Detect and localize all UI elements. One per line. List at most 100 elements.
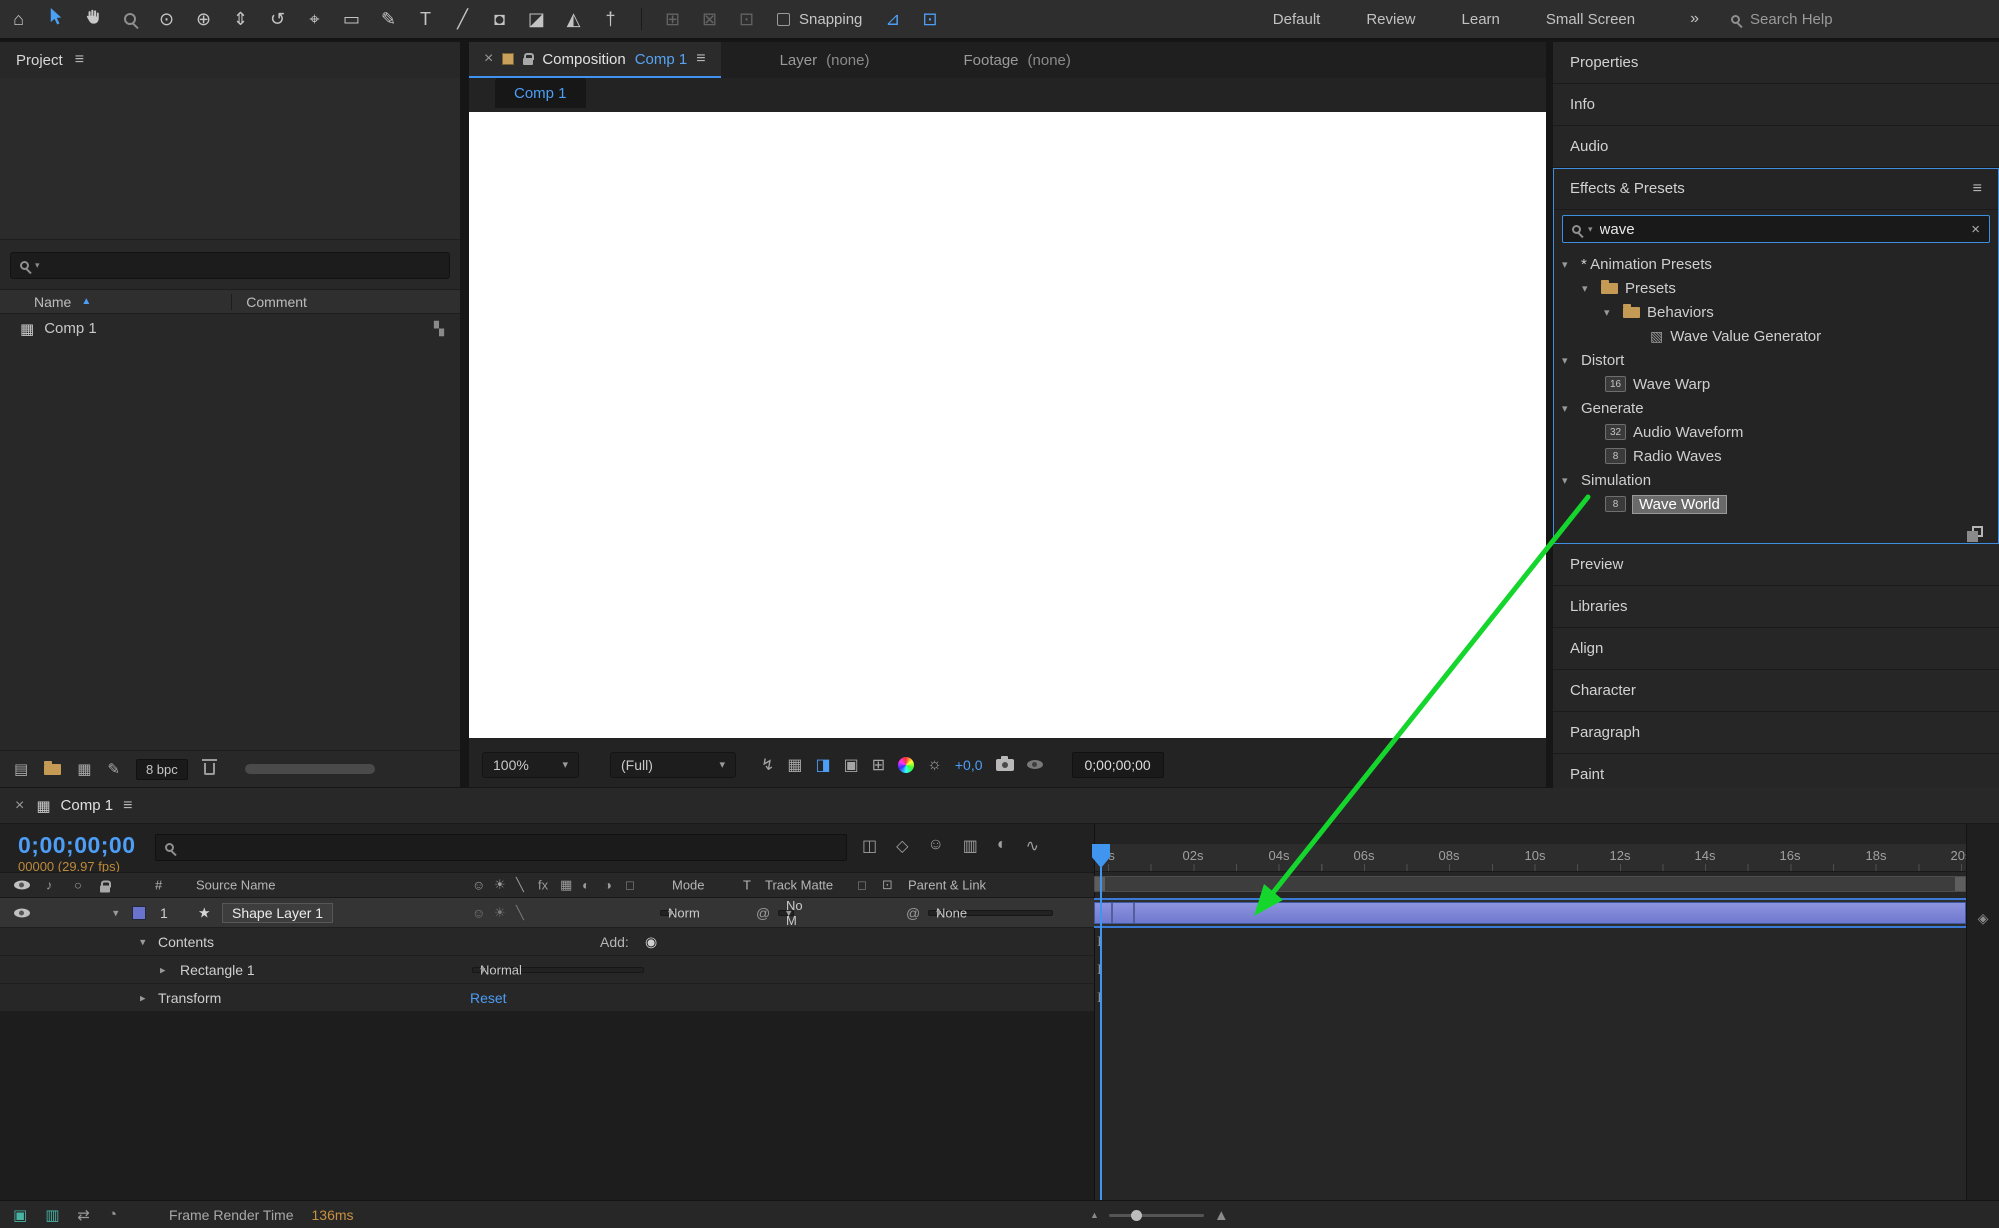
time-ruler[interactable]: 0s 02s 04s 06s 08s 10s 12s 14s 16s 18s 2… xyxy=(1094,844,1966,872)
tree-category-distort[interactable]: ▾ Distort xyxy=(1553,348,1999,372)
menu-icon[interactable]: ≡ xyxy=(696,50,705,68)
transparency-grid-icon[interactable]: ▦ xyxy=(787,755,802,775)
panel-preview[interactable]: Preview xyxy=(1553,544,1999,586)
hand-tool[interactable] xyxy=(74,0,111,39)
viewer-comp-tab[interactable]: Comp 1 xyxy=(495,78,586,108)
chevron-right-icon[interactable]: ▸ xyxy=(140,991,152,1004)
pickwhip-icon[interactable]: @ xyxy=(906,905,920,921)
layer-collapse-switch[interactable]: ☀ xyxy=(494,905,506,921)
chevron-right-icon[interactable]: ▸ xyxy=(160,963,172,976)
horizontal-scrollbar[interactable] xyxy=(245,764,375,774)
exposure-value[interactable]: +0,0 xyxy=(955,757,983,773)
project-item-comp1[interactable]: ▦ Comp 1 ▚ xyxy=(0,314,460,343)
tree-category-simulation[interactable]: ▾ Simulation xyxy=(1553,468,1999,492)
new-folder-icon[interactable] xyxy=(44,764,61,775)
audio-column-icon[interactable]: ♪ xyxy=(46,878,53,893)
layer-row-shape-layer-1[interactable]: ▾ 1 ★ Shape Layer 1 ☺ ☀ ╲ Norm ▾ @ No M … xyxy=(0,898,1094,928)
delete-icon[interactable] xyxy=(204,763,215,775)
fx-switch-icon[interactable]: fx xyxy=(538,878,548,893)
column-comment[interactable]: Comment xyxy=(231,294,307,310)
help-search-input[interactable] xyxy=(1750,11,1935,28)
layer-quality-switch[interactable]: ╲ xyxy=(516,905,524,921)
motion-blur-icon[interactable]: ◐ xyxy=(997,836,1007,856)
effects-search-input[interactable] xyxy=(1600,221,1965,238)
sort-ascending-icon[interactable]: ▲ xyxy=(81,296,91,307)
magnification-select[interactable]: 100% ▾ xyxy=(482,752,579,778)
clear-search-icon[interactable]: × xyxy=(1971,221,1980,238)
project-panel-title[interactable]: Project xyxy=(16,52,63,69)
adjustment-switch-icon[interactable]: ◑ xyxy=(604,878,612,893)
list-view-icon[interactable]: ▤ xyxy=(14,760,28,778)
tree-folder-presets[interactable]: ▾ Presets xyxy=(1553,276,1999,300)
draft-3d-icon[interactable]: ◇ xyxy=(896,836,908,856)
column-t[interactable]: T xyxy=(743,878,751,893)
zoom-out-icon[interactable]: ▲ xyxy=(1090,1210,1099,1220)
menu-icon[interactable]: ≡ xyxy=(75,51,84,69)
new-preset-icon[interactable] xyxy=(1972,526,1983,537)
rotation-tool[interactable]: ↺ xyxy=(259,0,296,39)
tree-item-radio-waves[interactable]: 8 Radio Waves xyxy=(1553,444,1999,468)
workspace-default[interactable]: Default xyxy=(1250,11,1344,28)
blend-mode-select[interactable]: Norm ▾ xyxy=(660,910,676,916)
workspace-learn[interactable]: Learn xyxy=(1439,11,1523,28)
panel-paragraph[interactable]: Paragraph xyxy=(1553,712,1999,754)
dolly-camera-tool[interactable]: ⇕ xyxy=(222,0,259,39)
layer-shy-switch[interactable]: ☺ xyxy=(472,905,485,920)
resolution-select[interactable]: (Full) ▾ xyxy=(610,752,736,778)
matte-toggle-icon[interactable]: □ xyxy=(858,878,866,893)
workspace-review[interactable]: Review xyxy=(1343,11,1438,28)
snapping-control[interactable]: Snapping xyxy=(777,11,862,28)
region-of-interest-icon[interactable]: ▣ xyxy=(844,755,859,775)
layer-duration-bar[interactable] xyxy=(1094,902,1966,924)
rectangle-blend-mode-select[interactable]: Normal ▾ xyxy=(472,967,644,973)
quality-switch-icon[interactable]: ╲ xyxy=(516,877,524,893)
view-axis-mode-button[interactable]: ⊡ xyxy=(728,0,765,39)
pan-camera-tool[interactable]: ⊕ xyxy=(185,0,222,39)
motion-blur-switch-icon[interactable]: ◐ xyxy=(582,878,590,893)
grid-guides-icon[interactable]: ⊞ xyxy=(872,755,885,775)
puppet-pin-tool[interactable]: † xyxy=(592,0,629,39)
mask-visibility-icon[interactable]: ◨ xyxy=(816,755,831,775)
column-source-name[interactable]: Source Name xyxy=(196,878,275,893)
reset-link[interactable]: Reset xyxy=(470,990,507,1006)
threed-switch-icon[interactable]: □ xyxy=(626,878,634,893)
current-time-display[interactable]: 0;00;00;00 xyxy=(18,832,136,859)
panel-audio[interactable]: Audio xyxy=(1553,126,1999,168)
pen-tool[interactable]: ✎ xyxy=(370,0,407,39)
mini-flowchart-icon[interactable]: ◫ xyxy=(862,836,877,856)
shy-switch-icon[interactable]: ☺ xyxy=(472,878,485,893)
tab-layer[interactable]: Layer (none) xyxy=(765,42,885,78)
chevron-down-icon[interactable]: ▾ xyxy=(140,935,152,948)
solo-column-icon[interactable]: ○ xyxy=(74,878,82,893)
shy-icon[interactable]: ☺ xyxy=(927,836,943,856)
panel-info[interactable]: Info xyxy=(1553,84,1999,126)
frame-blend-switch-icon[interactable]: ▦ xyxy=(560,877,572,893)
panel-align[interactable]: Align xyxy=(1553,628,1999,670)
workspace-overflow-button[interactable]: » xyxy=(1690,10,1699,28)
menu-icon[interactable]: ≡ xyxy=(123,797,132,815)
toggle-layer-switches-icon[interactable]: ▣ xyxy=(13,1206,27,1224)
column-name[interactable]: Name xyxy=(34,294,71,310)
new-composition-icon[interactable]: ▦ xyxy=(77,760,91,778)
toggle-transfer-controls-icon[interactable]: ▥ xyxy=(45,1206,59,1224)
collapse-switch-icon[interactable]: ☀ xyxy=(494,877,506,893)
frame-blend-icon[interactable]: ▥ xyxy=(963,836,978,856)
add-button-icon[interactable]: ◉ xyxy=(645,933,657,950)
toggle-inout-stretch-icon[interactable]: ⇄ xyxy=(77,1206,90,1224)
interpret-footage-icon[interactable]: ✎ xyxy=(107,760,120,778)
track-matte-select[interactable]: No M ▾ xyxy=(778,910,794,916)
zoom-slider[interactable] xyxy=(1109,1214,1204,1217)
graph-editor-icon[interactable]: ∿ xyxy=(1026,836,1039,856)
pan-behind-tool[interactable]: ⌖ xyxy=(296,0,333,39)
panel-options-icon[interactable]: ◈ xyxy=(1978,910,1989,926)
color-depth-button[interactable]: 8 bpc xyxy=(136,759,188,780)
parent-select[interactable]: None ▾ xyxy=(928,910,1053,916)
tree-category-animation-presets[interactable]: ▾ * Animation Presets xyxy=(1553,252,1999,276)
menu-icon[interactable]: ≡ xyxy=(1973,180,1982,198)
world-axis-mode-button[interactable]: ⊠ xyxy=(691,0,728,39)
modes-toggle-icon[interactable]: ⊡ xyxy=(882,877,893,893)
panel-libraries[interactable]: Libraries xyxy=(1553,586,1999,628)
tree-item-wave-world[interactable]: 8 Wave World xyxy=(1553,492,1999,516)
selection-tool[interactable] xyxy=(37,0,74,39)
brush-tool[interactable]: ╱ xyxy=(444,0,481,39)
